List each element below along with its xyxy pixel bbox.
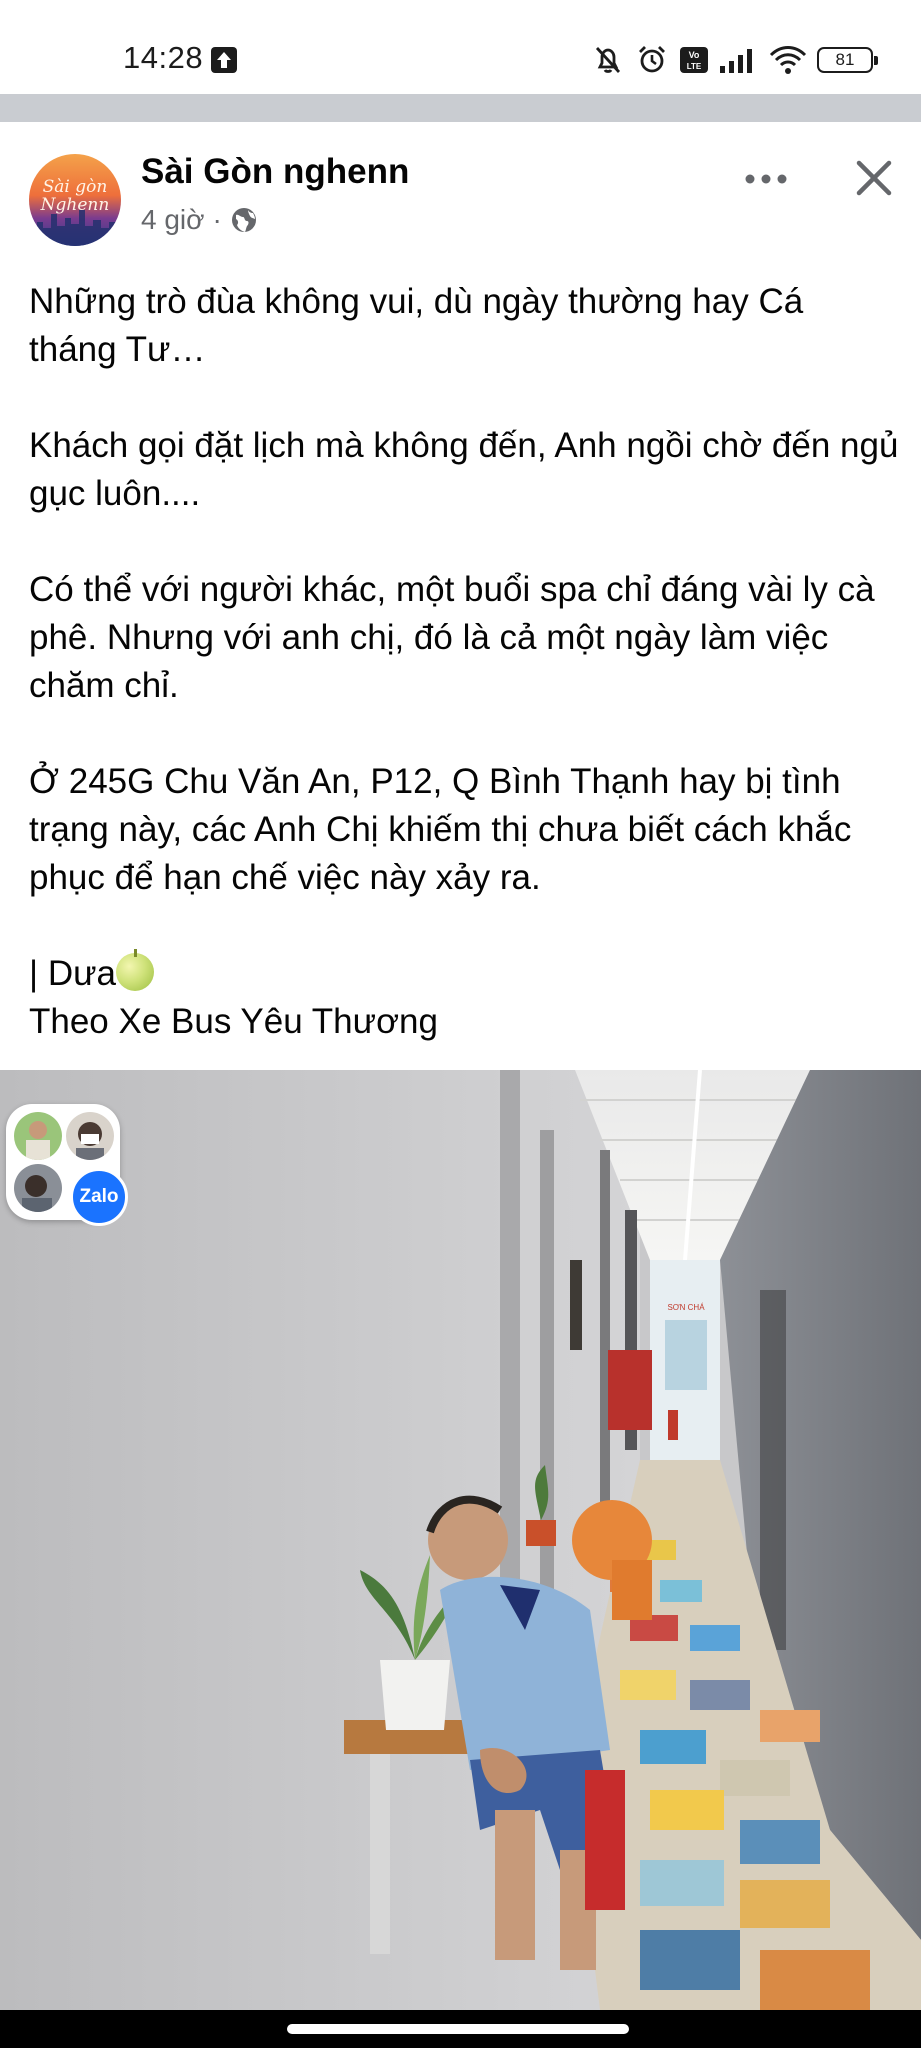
post-paragraph-2: Khách gọi đặt lịch mà không đến, Anh ngồ… bbox=[29, 426, 899, 513]
melon-emoji-icon bbox=[116, 949, 154, 991]
wifi-icon bbox=[769, 46, 807, 74]
battery-level: 81 bbox=[835, 50, 855, 69]
home-indicator[interactable] bbox=[287, 2024, 629, 2034]
meta-separator: · bbox=[212, 204, 222, 235]
page-avatar[interactable]: Sài gòn Nghenn bbox=[29, 154, 121, 246]
globe-icon[interactable] bbox=[230, 206, 258, 234]
post-source: Theo Xe Bus Yêu Thương bbox=[29, 1002, 438, 1041]
post-time[interactable]: 4 giờ bbox=[141, 204, 205, 236]
alarm-icon bbox=[639, 46, 665, 73]
close-icon bbox=[856, 160, 892, 196]
close-button[interactable] bbox=[848, 152, 900, 204]
svg-text:LTE: LTE bbox=[687, 62, 702, 71]
sign-text: SƠN CHÁ bbox=[667, 1303, 705, 1312]
feed-divider bbox=[0, 94, 921, 122]
chat-head-avatar[interactable] bbox=[66, 1112, 114, 1160]
post-text: Những trò đùa không vui, dù ngày thường … bbox=[29, 278, 899, 1046]
post-signature: | Dưa bbox=[29, 954, 116, 993]
avatar bbox=[22, 1175, 52, 1212]
post-paragraph-4: Ở 245G Chu Văn An, P12, Q Bình Thạnh hay… bbox=[29, 762, 852, 897]
post-header: Sài gòn Nghenn Sài Gòn nghenn 4 giờ · bbox=[0, 122, 921, 262]
post-paragraph-3: Có thể với người khác, một buổi spa chỉ … bbox=[29, 570, 875, 705]
signal-icon bbox=[720, 49, 752, 73]
page-name[interactable]: Sài Gòn nghenn bbox=[141, 152, 409, 192]
more-options-button[interactable] bbox=[738, 157, 794, 201]
post-signature-line: | Dưa bbox=[29, 949, 899, 998]
battery-icon: 81 bbox=[817, 47, 878, 73]
svg-text:Vo: Vo bbox=[689, 50, 700, 60]
skyline-graphic bbox=[29, 210, 121, 246]
chat-head-avatar[interactable] bbox=[14, 1164, 62, 1212]
post-photo[interactable]: SƠN CHÁ bbox=[0, 1070, 921, 2010]
photo-scene: SƠN CHÁ bbox=[0, 1070, 921, 2010]
zalo-icon[interactable]: Zalo bbox=[70, 1168, 128, 1226]
mute-bell-icon bbox=[595, 47, 621, 73]
status-icons: Vo LTE 81 bbox=[591, 38, 878, 82]
upload-icon bbox=[211, 47, 237, 73]
zalo-chat-heads[interactable]: Zalo bbox=[6, 1104, 128, 1226]
post-meta: 4 giờ · bbox=[141, 204, 258, 236]
avatar bbox=[26, 1121, 50, 1160]
volte-icon: Vo LTE bbox=[680, 47, 708, 73]
status-bar: 14:28 Vo LTE 81 bbox=[0, 0, 921, 94]
post-paragraph-1: Những trò đùa không vui, dù ngày thường … bbox=[29, 282, 804, 369]
zalo-label: Zalo bbox=[79, 1186, 119, 1207]
system-nav-bar bbox=[0, 2010, 921, 2048]
status-time: 14:28 bbox=[123, 40, 204, 75]
chat-head-avatar[interactable] bbox=[14, 1112, 62, 1160]
more-dots-icon bbox=[745, 174, 787, 184]
avatar bbox=[76, 1122, 104, 1160]
